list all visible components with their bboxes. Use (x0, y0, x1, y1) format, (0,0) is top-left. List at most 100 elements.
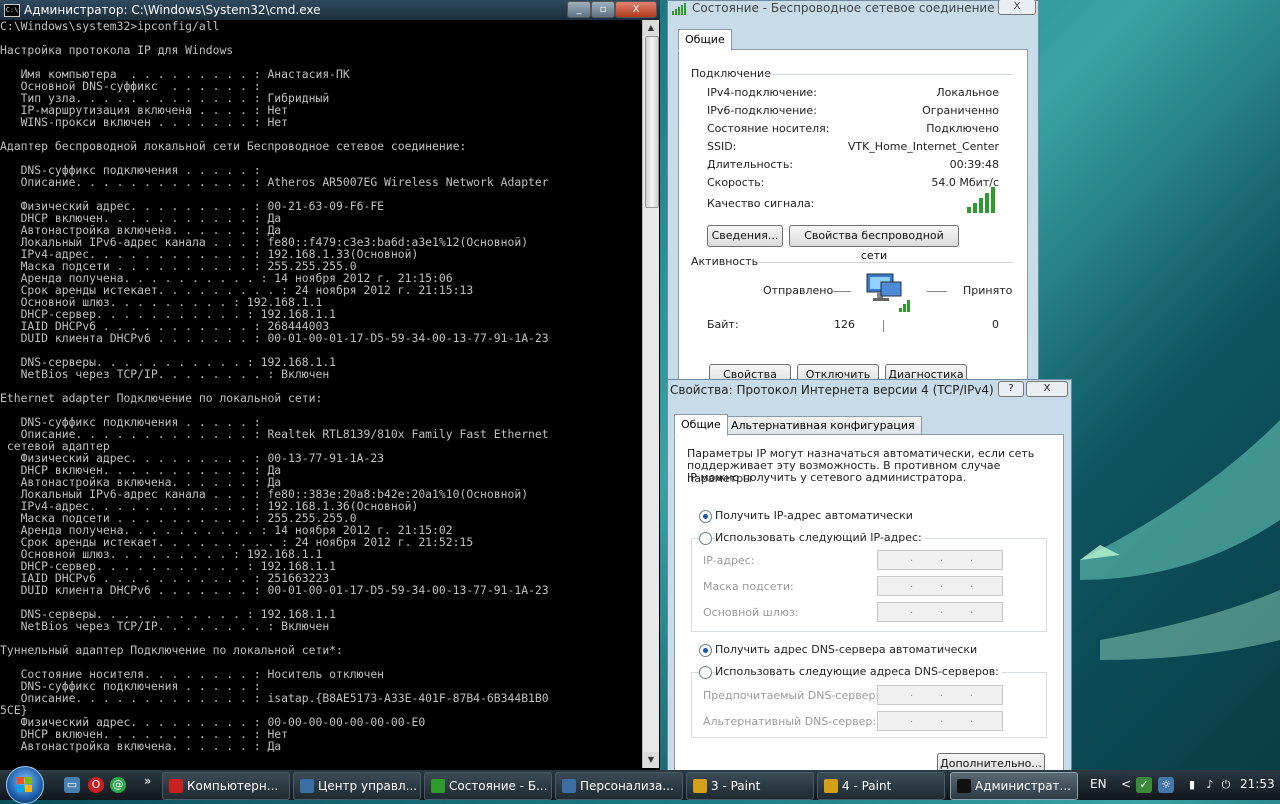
taskbar-item-label: Центр управл... (318, 779, 418, 793)
status-close-button[interactable]: X (998, 0, 1036, 15)
divider (831, 291, 851, 292)
auto-ip-label[interactable]: Получить IP-адрес автоматически (715, 509, 913, 522)
quicklaunch-overflow-icon[interactable]: » (144, 774, 151, 788)
cmd-titlebar[interactable]: C:\ Администратор: C:\Windows\System32\c… (0, 0, 660, 20)
volume-icon[interactable]: ♪ (1202, 777, 1218, 793)
bytes-received-value: 0 (992, 318, 999, 331)
auto-dns-radio[interactable] (699, 644, 712, 657)
ip-address-field[interactable]: ... (877, 550, 1003, 570)
ip-address-label: IP-адрес: (703, 554, 755, 567)
tray-expand-icon[interactable]: < (1121, 777, 1131, 791)
taskbar-item[interactable]: Состояние - Б... (424, 772, 552, 800)
gateway-field[interactable]: ... (877, 602, 1003, 622)
taskbar-item-label: 3 - Paint (711, 779, 761, 793)
divider (927, 291, 947, 292)
ipv4-titlebar[interactable]: Свойства: Протокол Интернета версии 4 (T… (668, 380, 1071, 400)
manual-dns-label[interactable]: Использовать следующие адреса DNS-сервер… (715, 665, 1002, 678)
auto-ip-radio[interactable] (699, 510, 712, 523)
subnet-mask-field[interactable]: ... (877, 576, 1003, 596)
windows-logo-icon (17, 777, 24, 784)
divider (883, 320, 884, 332)
taskbar-item-label: Состояние - Б... (449, 779, 548, 793)
signal-icon (431, 779, 445, 793)
paint-icon (824, 779, 838, 793)
preferred-dns-field[interactable]: ... (877, 685, 1003, 705)
opera-icon (169, 779, 183, 793)
tray-security-icon[interactable]: ✓ (1136, 777, 1152, 793)
status-row-label: Скорость: (707, 176, 765, 189)
manual-dns-radio[interactable] (699, 666, 712, 679)
cmd-line: C:\Windows\system32>ipconfig/all (0, 20, 220, 33)
tray-app-icon[interactable]: ☼ (1158, 777, 1174, 793)
icq-icon[interactable]: @ (110, 777, 126, 793)
windows-logo-icon (25, 777, 32, 784)
cmd-line: NetBios через TCP/IP. . . . . . . . : Вк… (0, 367, 330, 381)
cmd-line: Настройка протокола IP для Windows (0, 43, 234, 57)
windows-logo-icon (17, 785, 24, 792)
cmd-icon (957, 779, 971, 793)
taskbar-item[interactable]: Администрат... (950, 772, 1078, 800)
taskbar-item[interactable]: 4 - Paint (817, 772, 945, 800)
power-icon[interactable]: ⏻ (1218, 777, 1234, 793)
taskbar-item[interactable]: Компьютерн... (162, 772, 290, 800)
taskbar-item-label: Персонализа... (580, 779, 674, 793)
status-row-label: SSID: (707, 140, 737, 153)
octet-separator: . (940, 688, 944, 699)
manual-ip-radio[interactable] (699, 532, 712, 545)
ipv4-close-button[interactable]: X (1026, 381, 1068, 397)
octet-separator: . (910, 688, 914, 699)
octet-separator: . (910, 579, 914, 590)
alternate-dns-field[interactable]: ... (877, 711, 1003, 731)
show-desktop-icon[interactable]: ▭ (64, 777, 80, 793)
signal-label: Качество сигнала: (707, 197, 815, 210)
cmd-line: WINS-прокси включен . . . . . . . : Нет (0, 115, 289, 129)
opera-icon[interactable]: O (88, 777, 104, 793)
cmd-line: Адаптер беспроводной локальной сети Бесп… (0, 139, 467, 153)
octet-separator: . (940, 579, 944, 590)
scroll-down-icon[interactable]: ▼ (643, 752, 659, 768)
scrollbar-thumb[interactable] (645, 36, 659, 208)
sent-label: Отправлено (763, 284, 834, 297)
octet-separator: . (970, 605, 974, 616)
details-button[interactable]: Сведения... (707, 225, 783, 247)
status-titlebar[interactable]: Состояние - Беспроводное сетевое соедине… (668, 0, 1038, 17)
taskbar-item-label: Компьютерн... (187, 779, 279, 793)
windows-logo-icon (25, 785, 32, 792)
wireless-status-window[interactable]: Состояние - Беспроводное сетевое соедине… (667, 0, 1039, 402)
network-tray-icon[interactable]: ▮ (1184, 777, 1200, 793)
cmd-scrollbar[interactable]: ▲ ▼ (642, 20, 659, 768)
auto-dns-label[interactable]: Получить адрес DNS-сервера автоматически (715, 643, 977, 656)
manual-ip-label[interactable]: Использовать следующий IP-адрес: (715, 531, 925, 544)
status-row-label: IPv4-подключение: (707, 86, 817, 99)
tab-alternate-config[interactable]: Альтернативная конфигурация (724, 416, 922, 436)
status-title: Состояние - Беспроводное сетевое соедине… (692, 1, 995, 15)
alternate-dns-label: Альтернативный DNS-сервер: (703, 715, 877, 728)
taskbar-item[interactable]: 3 - Paint (686, 772, 814, 800)
tab-general[interactable]: Общие (678, 29, 732, 51)
help-button[interactable]: ? (998, 381, 1024, 397)
taskbar-item-label: Администрат... (975, 779, 1071, 793)
start-button[interactable] (6, 766, 44, 804)
status-row-label: Состояние носителя: (707, 122, 830, 135)
clock[interactable]: 21:53 (1240, 777, 1275, 791)
status-row-label: IPv6-подключение: (707, 104, 817, 117)
ipv4-properties-window[interactable]: Свойства: Протокол Интернета версии 4 (T… (667, 379, 1072, 776)
taskbar-item-label: 4 - Paint (842, 779, 892, 793)
close-button[interactable]: X (615, 1, 657, 18)
octet-separator: . (910, 714, 914, 725)
maximize-button[interactable]: ▫ (591, 1, 615, 18)
cmd-output[interactable]: C:\Windows\system32>ipconfig/all Настройк… (0, 20, 642, 770)
ipv4-panel: Параметры IP могут назначаться автоматич… (674, 434, 1064, 776)
bytes-label: Байт: (707, 318, 739, 331)
wireless-properties-button[interactable]: Свойства беспроводной сети (789, 225, 959, 262)
scroll-up-icon[interactable]: ▲ (643, 20, 659, 36)
taskbar-item[interactable]: Центр управл... (293, 772, 421, 800)
status-panel: Подключение IPv4-подключение: Локальное IP… (678, 49, 1028, 391)
status-row-value: Подключено (926, 122, 999, 135)
minimize-button[interactable]: _ (567, 1, 591, 18)
gateway-label: Основной шлюз: (703, 606, 799, 619)
language-indicator[interactable]: EN (1090, 777, 1107, 791)
cmd-window[interactable]: C:\ Администратор: C:\Windows\System32\c… (0, 0, 660, 770)
tab-general[interactable]: Общие (674, 414, 728, 436)
taskbar-item[interactable]: Персонализа... (555, 772, 683, 800)
